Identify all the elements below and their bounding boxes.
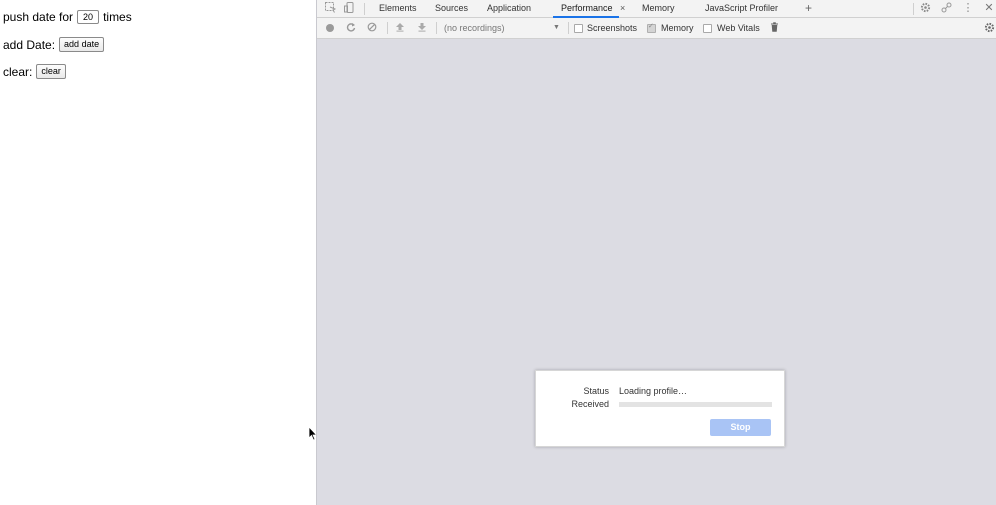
status-value: Loading profile… bbox=[619, 386, 688, 396]
screenshots-label: Screenshots bbox=[587, 23, 638, 33]
clear-row: clear: clear bbox=[3, 64, 66, 79]
stop-button[interactable]: Stop bbox=[710, 419, 771, 436]
trash-icon[interactable] bbox=[768, 22, 780, 34]
profile-loading-dialog: Status Loading profile… Received Stop bbox=[535, 370, 785, 447]
clear-icon[interactable] bbox=[366, 22, 378, 34]
push-label-before: push date for bbox=[3, 10, 74, 24]
add-date-button[interactable]: add date bbox=[59, 37, 105, 52]
status-label: Status bbox=[583, 386, 609, 396]
received-label: Received bbox=[571, 399, 609, 409]
toolbar-separator bbox=[387, 22, 388, 34]
add-date-label: add Date: bbox=[3, 37, 56, 52]
close-icon[interactable]: ✕ bbox=[983, 2, 995, 14]
web-vitals-label: Web Vitals bbox=[717, 23, 760, 33]
tab-performance[interactable]: Performance bbox=[553, 0, 619, 18]
download-icon[interactable] bbox=[416, 22, 428, 34]
screenshots-checkbox[interactable] bbox=[574, 24, 583, 33]
tabbar-separator bbox=[364, 3, 365, 15]
tab-memory[interactable]: Memory bbox=[642, 0, 675, 17]
device-toggle-icon[interactable] bbox=[343, 2, 355, 14]
clear-button[interactable]: clear bbox=[36, 64, 66, 79]
web-page: push date for 20 times add Date: add dat… bbox=[0, 0, 318, 505]
toolbar-separator-3 bbox=[568, 22, 569, 34]
record-icon[interactable] bbox=[326, 24, 334, 32]
add-date-row: add Date: add date bbox=[3, 37, 105, 52]
reload-icon[interactable] bbox=[345, 22, 357, 34]
push-label-after: times bbox=[103, 10, 132, 24]
tab-elements[interactable]: Elements bbox=[379, 0, 417, 17]
inspect-icon[interactable] bbox=[324, 2, 336, 14]
tab-javascript-profiler[interactable]: JavaScript Profiler bbox=[705, 0, 778, 17]
customize-icon[interactable] bbox=[940, 2, 952, 14]
tab-sources[interactable]: Sources bbox=[435, 0, 468, 17]
performance-toolbar: (no recordings) ▼ Screenshots Memory Web… bbox=[317, 18, 996, 39]
tab-performance-close-icon[interactable]: × bbox=[620, 0, 625, 16]
received-progress-bar bbox=[619, 402, 772, 407]
toolbar-separator-2 bbox=[436, 22, 437, 34]
web-vitals-checkbox[interactable] bbox=[703, 24, 712, 33]
push-date-row: push date for 20 times bbox=[3, 10, 132, 24]
devtools-tabbar: Elements Sources Application Performance… bbox=[317, 0, 996, 18]
more-vert-icon[interactable]: ⋮ bbox=[962, 2, 974, 14]
recordings-select[interactable]: (no recordings) bbox=[444, 22, 505, 34]
devtools-panel: Elements Sources Application Performance… bbox=[316, 0, 996, 505]
clear-label: clear: bbox=[3, 64, 33, 79]
add-tab-icon[interactable]: + bbox=[805, 0, 812, 17]
memory-checkbox[interactable] bbox=[647, 22, 656, 33]
tabbar-separator-right bbox=[913, 3, 914, 15]
capture-settings-icon[interactable] bbox=[983, 22, 995, 34]
chevron-down-icon[interactable]: ▼ bbox=[553, 22, 560, 34]
push-count-input[interactable]: 20 bbox=[77, 10, 100, 24]
memory-label: Memory bbox=[661, 23, 694, 33]
settings-icon[interactable] bbox=[919, 2, 931, 14]
upload-icon[interactable] bbox=[394, 22, 406, 34]
tab-application[interactable]: Application bbox=[487, 0, 531, 17]
